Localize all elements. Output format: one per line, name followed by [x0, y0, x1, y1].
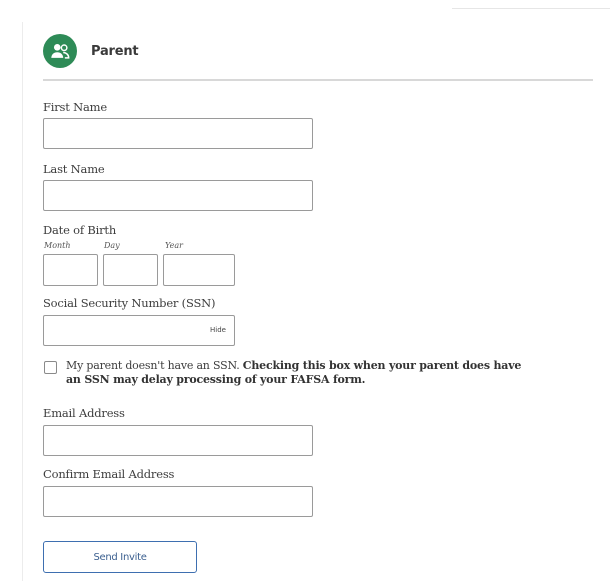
email-input[interactable]: [43, 425, 313, 456]
first-name-input[interactable]: [43, 118, 313, 149]
section-header: Parent: [43, 34, 139, 68]
send-invite-button[interactable]: Send Invite: [43, 541, 197, 573]
last-name-input[interactable]: [43, 180, 313, 211]
top-border: [452, 8, 610, 9]
user-group-icon: [43, 34, 77, 68]
user-group-icon-glyph: [51, 44, 70, 59]
confirm-email-input[interactable]: [43, 486, 313, 517]
no-ssn-text: My parent doesn't have an SSN.: [66, 359, 240, 372]
dob-month-label: Month: [44, 241, 71, 250]
last-name-label: Last Name: [43, 162, 105, 176]
section-title: Parent: [91, 43, 139, 59]
dob-year-input[interactable]: [163, 254, 235, 286]
dob-month-input[interactable]: [43, 254, 98, 286]
first-name-label: First Name: [43, 100, 107, 114]
confirm-email-label: Confirm Email Address: [43, 467, 175, 481]
dob-day-input[interactable]: [103, 254, 158, 286]
no-ssn-checkbox[interactable]: [44, 361, 57, 374]
ssn-input[interactable]: Hide: [43, 315, 235, 346]
left-border: [22, 22, 23, 581]
ssn-hide-toggle[interactable]: Hide: [210, 326, 226, 334]
dob-year-label: Year: [165, 241, 183, 250]
dob-day-label: Day: [104, 241, 120, 250]
email-label: Email Address: [43, 406, 125, 420]
header-divider: [43, 79, 593, 81]
ssn-label: Social Security Number (SSN): [43, 296, 216, 310]
dob-label: Date of Birth: [43, 223, 117, 237]
no-ssn-checkbox-label: My parent doesn't have an SSN. Checking …: [66, 359, 526, 387]
